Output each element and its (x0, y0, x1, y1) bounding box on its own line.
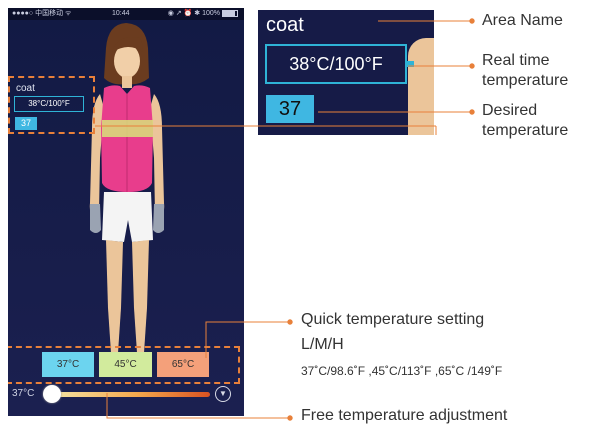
annotation-quick-line1: Quick temperature setting (301, 311, 485, 328)
annotation-realtime-line1: Real time (482, 52, 550, 69)
annotation-quick-line2: L/M/H (301, 336, 344, 353)
leader-dot-quick (287, 319, 293, 325)
leader-dot-free (287, 415, 293, 421)
annotation-free-adjustment: Free temperature adjustment (301, 407, 508, 424)
annotation-quick-values: 37˚C/98.6˚F ,45˚C/113˚F ,65˚C /149˚F (301, 364, 503, 378)
leader-dot-area-name (469, 18, 475, 24)
annotation-area-name: Area Name (482, 12, 563, 29)
annotation-desired-line1: Desired (482, 102, 538, 119)
leader-free (106, 393, 288, 419)
leader-dot-desired (469, 109, 475, 115)
annotation-realtime-line2: temperature (482, 72, 569, 89)
annotation-desired-line2: temperature (482, 122, 569, 139)
leader-quick (205, 321, 288, 358)
leader-dot-realtime (469, 63, 475, 69)
